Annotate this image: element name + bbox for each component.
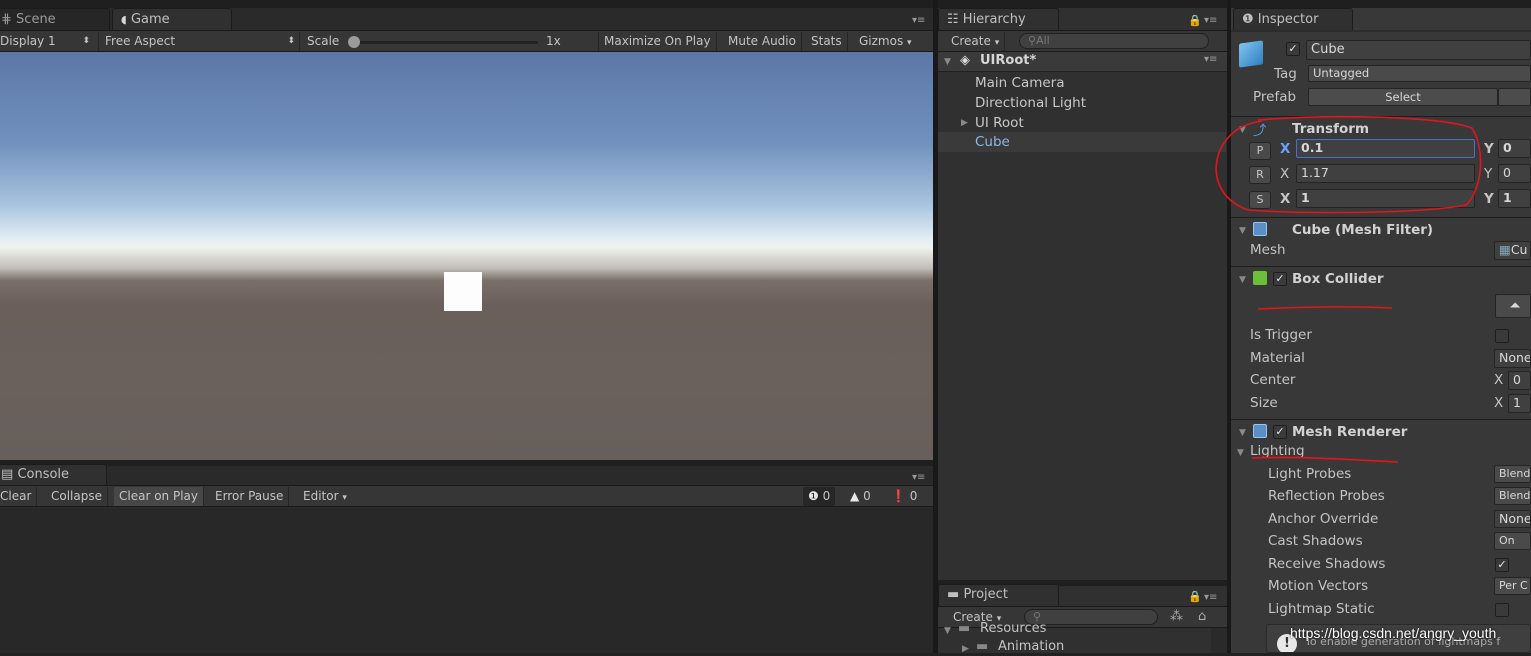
annotation-circle — [1215, 115, 1482, 214]
annotation-underline — [1251, 456, 1399, 463]
annotation-underline — [1257, 306, 1393, 310]
annotation-overlay — [1215, 115, 1482, 463]
